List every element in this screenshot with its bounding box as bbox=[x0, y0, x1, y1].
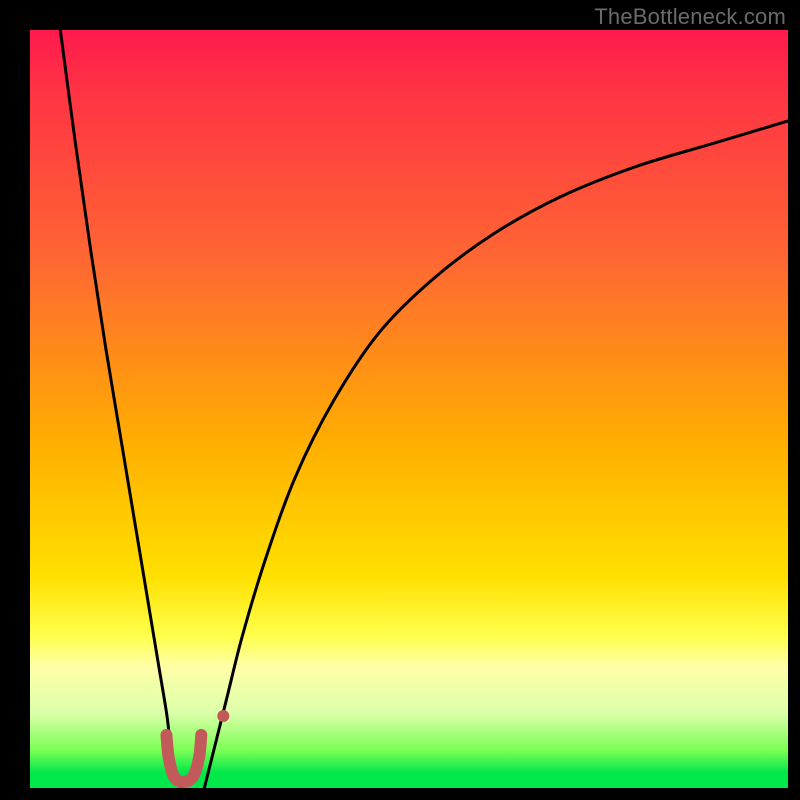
watermark-text: TheBottleneck.com bbox=[594, 4, 786, 30]
valley-marker-icon bbox=[166, 735, 201, 782]
plot-area bbox=[30, 30, 788, 788]
curve-layer bbox=[30, 30, 788, 788]
curve-right-branch bbox=[204, 121, 788, 788]
chart-frame: TheBottleneck.com bbox=[0, 0, 800, 800]
curve-left-branch bbox=[60, 30, 181, 788]
valley-dot-icon bbox=[217, 710, 229, 722]
